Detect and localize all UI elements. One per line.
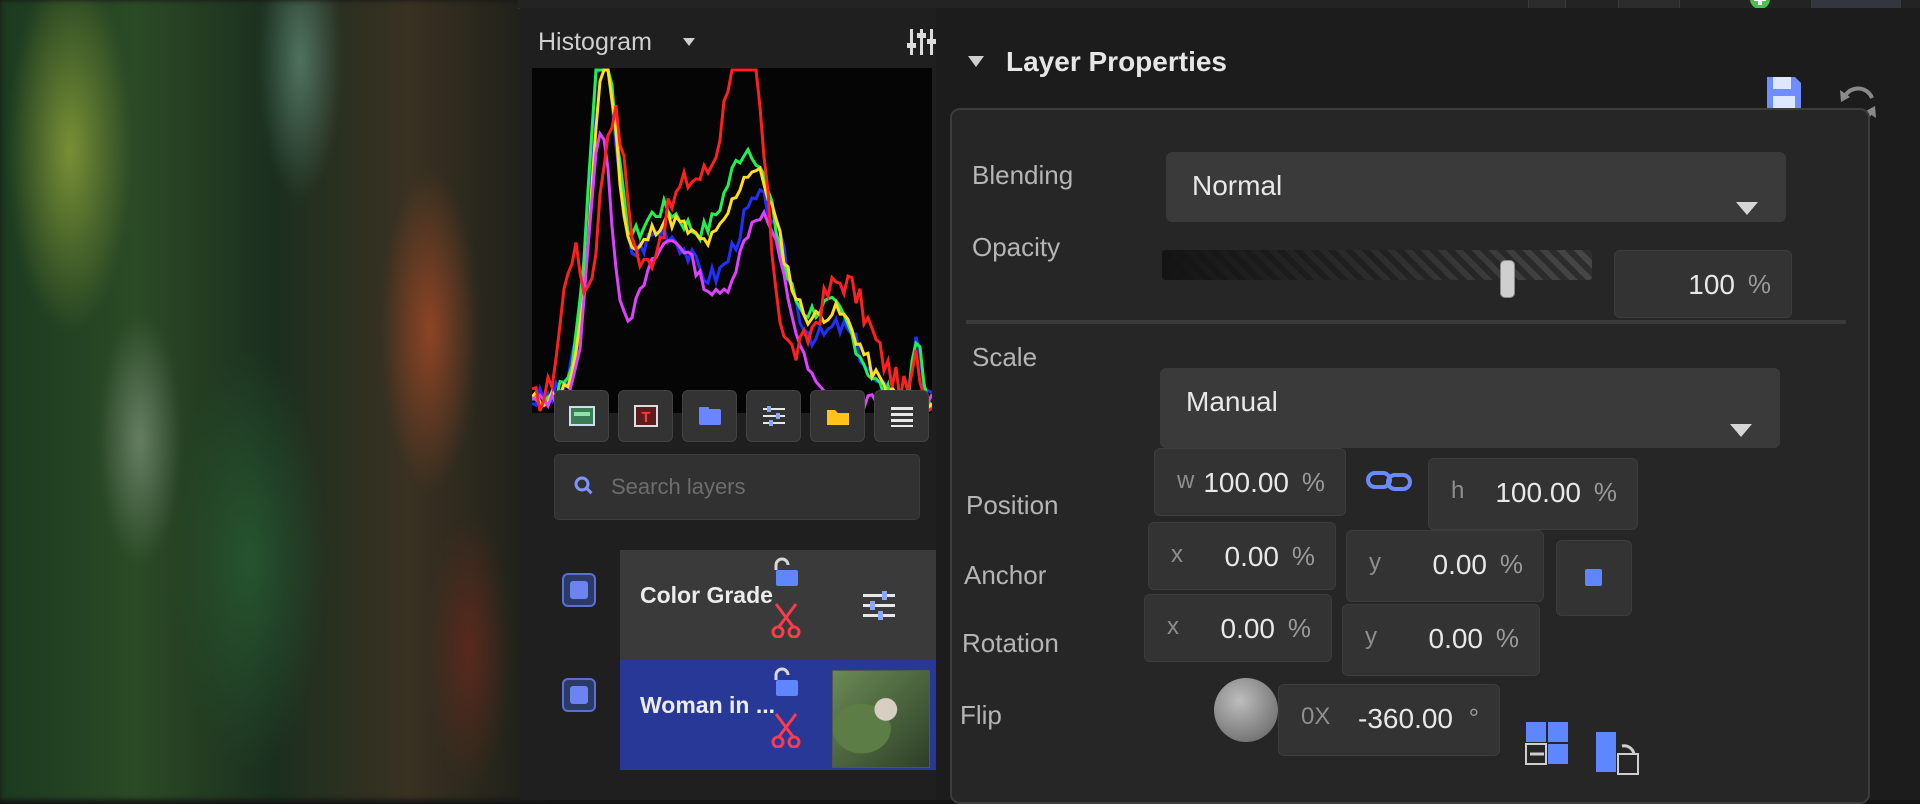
width-label: w	[1177, 467, 1195, 494]
adjustment-icon	[860, 588, 898, 629]
scale-mode-select[interactable]: Manual	[1160, 368, 1780, 448]
blending-select[interactable]: Normal	[1166, 152, 1786, 222]
height-value: 100.00	[1495, 477, 1581, 508]
opacity-slider-handle[interactable]	[1500, 260, 1515, 298]
layer-visibility-checkbox[interactable]	[562, 678, 596, 712]
histogram-graph	[532, 68, 932, 413]
list-menu-icon[interactable]	[874, 390, 929, 442]
anchor-y-value: 0.00	[1428, 623, 1484, 654]
height-label: h	[1451, 477, 1465, 504]
link-icon[interactable]	[1366, 468, 1412, 499]
folder-icon[interactable]	[810, 390, 865, 442]
flip-label: Flip	[960, 700, 1002, 730]
position-x-value: 0.00	[1224, 541, 1280, 572]
flip-horizontal-icon[interactable]	[1522, 718, 1572, 768]
layer-row-woman[interactable]: Woman in ...	[620, 660, 936, 770]
adjustment-layer-icon[interactable]	[746, 390, 801, 442]
rotation-label: Rotation	[962, 628, 1059, 658]
layer-name: Color Grade	[640, 582, 773, 608]
opacity-field[interactable]: 100 %	[1614, 250, 1792, 318]
search-icon	[573, 475, 595, 497]
unlock-icon[interactable]	[768, 556, 802, 595]
scissors-icon[interactable]	[770, 602, 802, 643]
y-label: y	[1365, 623, 1377, 650]
section-divider	[966, 320, 1846, 324]
chevron-down-icon[interactable]	[683, 38, 695, 46]
anchor-y-unit: %	[1495, 623, 1519, 653]
rotation-value: -360.00	[1358, 703, 1453, 734]
blending-label: Blending	[972, 160, 1074, 190]
scale-width-field[interactable]: w 100.00 %	[1154, 448, 1346, 516]
text-layer-icon[interactable]: T	[618, 390, 673, 442]
width-value: 100.00	[1203, 467, 1289, 498]
position-y-value: 0.00	[1432, 549, 1488, 580]
anchor-x-field[interactable]: x 0.00 %	[1144, 594, 1332, 662]
histogram-channel-curve	[532, 68, 932, 410]
layer-search[interactable]	[554, 454, 920, 520]
unlock-icon[interactable]	[768, 666, 802, 705]
position-y-field[interactable]: y 0.00 %	[1346, 530, 1544, 602]
anchor-point-button[interactable]	[1556, 540, 1632, 616]
collapse-caret-icon[interactable]	[968, 56, 984, 67]
search-input[interactable]	[609, 469, 913, 505]
position-label: Position	[966, 490, 1059, 520]
width-unit: %	[1301, 467, 1325, 497]
anchor-y-field[interactable]: y 0.00 %	[1342, 604, 1540, 676]
position-x-field[interactable]: x 0.00 %	[1148, 522, 1336, 590]
anchor-x-unit: %	[1287, 613, 1311, 643]
opacity-slider[interactable]	[1162, 250, 1592, 280]
histogram-title[interactable]: Histogram	[538, 28, 652, 57]
position-y-unit: %	[1499, 549, 1523, 579]
layer-thumbnail	[832, 670, 930, 768]
rotation-dial[interactable]	[1214, 678, 1278, 742]
position-x-unit: %	[1291, 541, 1315, 571]
histogram-panel: Histogram T Search layers Color Grade Wo…	[520, 8, 937, 800]
svg-text:T: T	[641, 409, 650, 426]
image-layer-icon[interactable]	[554, 390, 609, 442]
height-unit: %	[1593, 477, 1617, 507]
opacity-value: 100	[1688, 269, 1735, 300]
flip-vertical-icon[interactable]	[1592, 728, 1642, 778]
layer-toolbar: T	[554, 390, 934, 442]
panel-title: Layer Properties	[1006, 46, 1227, 77]
chevron-down-icon	[1730, 424, 1752, 437]
layer-list: Color Grade Woman in ...	[520, 538, 936, 800]
histogram-settings-icon[interactable]	[906, 27, 938, 57]
x-label: x	[1171, 541, 1183, 568]
canvas-preview	[0, 0, 545, 800]
y-label: y	[1369, 549, 1381, 576]
histogram-header: Histogram	[538, 24, 936, 58]
rotation-unit: °	[1468, 703, 1479, 733]
opacity-unit: %	[1747, 269, 1771, 299]
layer-properties-panel: Layer Properties Blending Normal Opacity…	[936, 8, 1920, 804]
rotation-field[interactable]: 0X -360.00 °	[1278, 684, 1500, 756]
scale-label: Scale	[972, 342, 1038, 372]
layer-visibility-checkbox[interactable]	[562, 573, 596, 607]
x-label: x	[1167, 613, 1179, 640]
anchor-label: Anchor	[964, 560, 1047, 590]
scale-mode-value: Manual	[1186, 386, 1278, 417]
layer-name: Woman in ...	[640, 692, 776, 718]
rotation-prefix: 0X	[1301, 703, 1331, 730]
blending-value: Normal	[1192, 170, 1283, 201]
opacity-label: Opacity	[972, 232, 1061, 262]
anchor-x-value: 0.00	[1220, 613, 1276, 644]
group-layer-icon[interactable]	[682, 390, 737, 442]
scissors-icon[interactable]	[770, 712, 802, 753]
chevron-down-icon	[1736, 202, 1758, 215]
layer-row-color-grade[interactable]: Color Grade	[620, 550, 936, 660]
properties-form: Blending Normal Opacity 100 % Scale Manu…	[950, 108, 1870, 804]
scale-height-field[interactable]: h 100.00 %	[1428, 458, 1638, 530]
